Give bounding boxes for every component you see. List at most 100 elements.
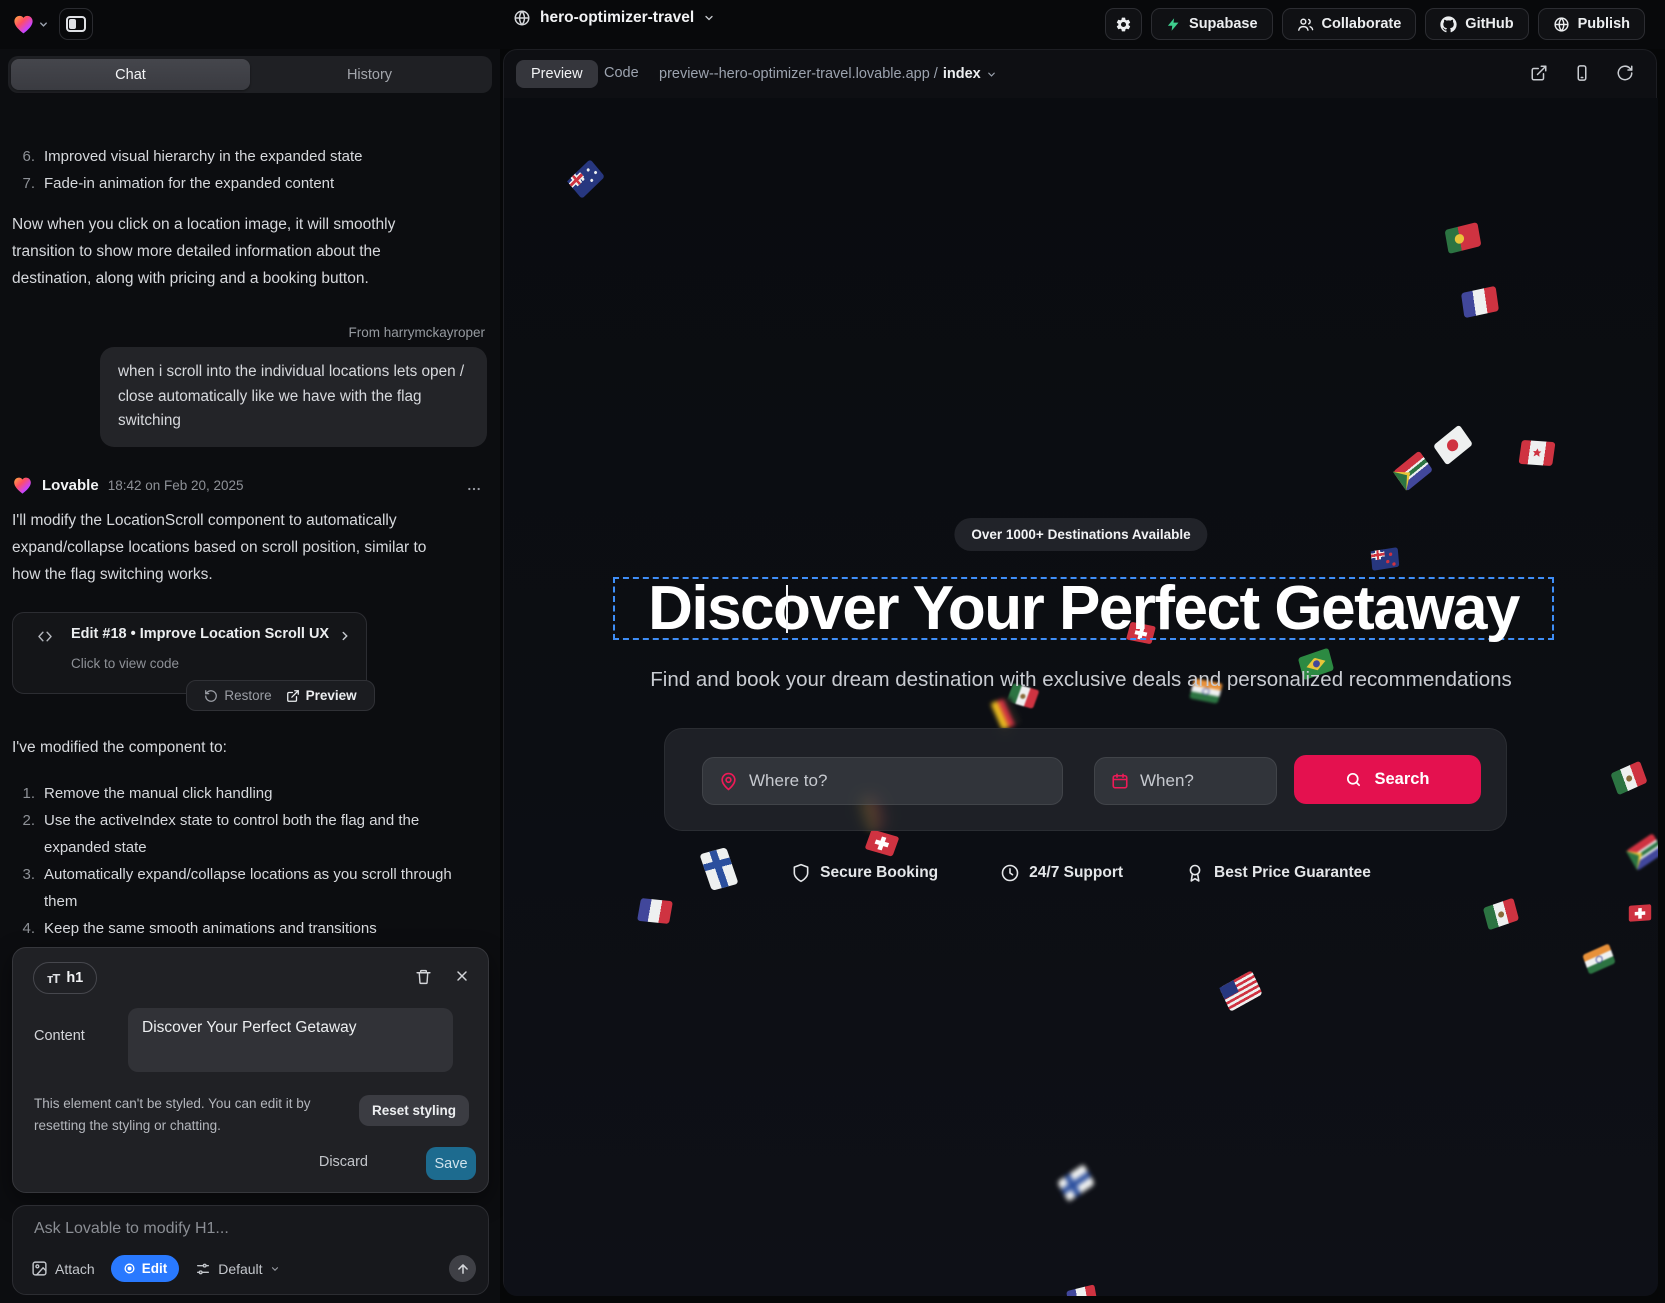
type-icon: тT — [47, 971, 59, 986]
more-options-icon[interactable] — [466, 481, 482, 497]
github-button[interactable]: GitHub — [1425, 8, 1528, 40]
list-item: 1. Remove the manual click handling — [12, 780, 464, 807]
feature-secure-booking: Secure Booking — [791, 863, 938, 883]
tab-history[interactable]: History — [250, 59, 489, 90]
app-preview-frame: Over 1000+ Destinations Available Discov… — [504, 98, 1658, 1296]
open-in-new-tab-icon[interactable] — [1530, 64, 1548, 82]
project-switcher[interactable]: hero-optimizer-travel — [513, 9, 715, 27]
chevron-right-icon — [338, 629, 352, 643]
award-icon — [1185, 863, 1205, 883]
content-textarea[interactable]: Discover Your Perfect Getaway — [128, 1008, 453, 1072]
search-card: Where to? When? Search — [664, 728, 1507, 831]
code-icon — [35, 628, 55, 645]
chat-composer: Attach Edit Default — [12, 1205, 489, 1295]
hero-subtitle: Find and book your dream destination wit… — [504, 668, 1658, 692]
mobile-view-icon[interactable] — [1573, 64, 1591, 82]
clock-icon — [1000, 863, 1020, 883]
globe-icon — [513, 9, 531, 27]
feature-support: 24/7 Support — [1000, 863, 1123, 883]
restore-icon — [204, 689, 218, 703]
list-item: 6. Improved visual hierarchy in the expa… — [12, 143, 472, 170]
settings-button[interactable] — [1105, 8, 1142, 40]
selected-heading-outline[interactable]: Discover Your Perfect Getaway — [613, 577, 1554, 640]
preview-version-button[interactable]: Preview — [286, 688, 357, 703]
preview-url[interactable]: preview--hero-optimizer-travel.lovable.a… — [659, 66, 997, 82]
chevron-down-icon — [270, 1264, 280, 1274]
preview-panel: Preview Code preview--hero-optimizer-tra… — [503, 49, 1657, 1295]
sliders-icon — [195, 1261, 211, 1277]
lovable-heart-icon — [12, 13, 35, 36]
supabase-icon — [1166, 17, 1181, 32]
list-item: 4. Keep the same smooth animations and t… — [12, 915, 464, 942]
search-icon — [1345, 771, 1362, 788]
supabase-button[interactable]: Supabase — [1151, 8, 1273, 40]
search-button[interactable]: Search — [1294, 755, 1481, 804]
editor-note: This element can't be styled. You can ed… — [34, 1093, 366, 1136]
message-timestamp: 18:42 on Feb 20, 2025 — [108, 478, 244, 493]
feature-badges: Secure Booking 24/7 Support Best Price G… — [504, 863, 1658, 883]
users-icon — [1297, 16, 1314, 33]
gear-icon — [1115, 16, 1132, 33]
close-icon[interactable] — [454, 968, 470, 986]
content-label: Content — [34, 1028, 85, 1044]
list-item: 3. Automatically expand/collapse locatio… — [12, 861, 464, 915]
assistant-paragraph: Now when you click on a location image, … — [12, 211, 452, 292]
list-item: 2. Use the activeIndex state to control … — [12, 807, 464, 861]
calendar-icon — [1111, 772, 1129, 790]
version-actions: Restore Preview — [186, 680, 375, 711]
publish-button[interactable]: Publish — [1538, 8, 1645, 40]
save-button[interactable]: Save — [426, 1147, 476, 1180]
restore-button[interactable]: Restore — [204, 688, 271, 703]
where-to-input[interactable]: Where to? — [702, 757, 1063, 805]
arrow-up-icon — [456, 1262, 470, 1276]
user-message-bubble: when i scroll into the individual locati… — [100, 347, 487, 447]
chevron-down-icon — [986, 69, 997, 80]
image-icon — [31, 1260, 48, 1277]
assistant-message-header: Lovable 18:42 on Feb 20, 2025 — [12, 475, 244, 496]
preview-header: Preview Code preview--hero-optimizer-tra… — [504, 50, 1656, 98]
text-caret — [786, 585, 788, 633]
hero-section: Over 1000+ Destinations Available Discov… — [504, 98, 1658, 1296]
tab-preview[interactable]: Preview — [516, 60, 598, 88]
shield-icon — [791, 863, 811, 883]
hero-title: Discover Your Perfect Getaway — [648, 573, 1519, 644]
feature-best-price: Best Price Guarantee — [1185, 863, 1371, 883]
chevron-down-icon — [703, 12, 715, 24]
external-link-icon — [286, 689, 300, 703]
assistant-paragraph: I'll modify the LocationScroll component… — [12, 507, 457, 588]
composer-input[interactable] — [34, 1220, 454, 1238]
destinations-badge: Over 1000+ Destinations Available — [954, 518, 1207, 551]
lovable-avatar — [12, 475, 33, 496]
refresh-icon[interactable] — [1616, 64, 1634, 82]
sidebar-toggle-button[interactable] — [59, 8, 93, 40]
element-editor-panel: тT h1 Content Discover Your Perfect Geta… — [12, 947, 489, 1193]
lovable-logo-menu[interactable] — [12, 13, 49, 36]
discard-button[interactable]: Discard — [319, 1154, 368, 1170]
collaborate-button[interactable]: Collaborate — [1282, 8, 1417, 40]
edit-card-title: Edit #18 • Improve Location Scroll UX — [71, 626, 329, 642]
target-icon — [123, 1262, 136, 1275]
url-page: index — [943, 66, 981, 82]
edit-mode-button[interactable]: Edit — [111, 1255, 180, 1282]
element-tag: h1 — [66, 970, 83, 986]
chat-panel: Chat History 6. Improved visual hierarch… — [0, 49, 500, 1303]
edit-card-subtitle: Click to view code — [71, 656, 179, 671]
reset-styling-button[interactable]: Reset styling — [359, 1095, 469, 1126]
attach-button[interactable]: Attach — [31, 1260, 95, 1277]
tab-code[interactable]: Code — [604, 65, 639, 81]
top-bar: hero-optimizer-travel Supabase Collabora… — [0, 0, 1665, 49]
chat-history-tabs: Chat History — [8, 56, 492, 93]
send-button[interactable] — [449, 1255, 476, 1282]
project-name: hero-optimizer-travel — [540, 9, 694, 27]
selected-element-badge: тT h1 — [33, 962, 97, 994]
trash-icon[interactable] — [415, 968, 432, 986]
mode-selector[interactable]: Default — [195, 1261, 279, 1277]
globe-icon — [1553, 16, 1570, 33]
panel-left-icon — [66, 16, 86, 32]
message-author-label: From harrymckayroper — [348, 325, 485, 340]
when-input[interactable]: When? — [1094, 757, 1277, 805]
map-pin-icon — [719, 772, 738, 791]
list-item: 7. Fade-in animation for the expanded co… — [12, 170, 472, 197]
github-icon — [1440, 16, 1457, 33]
tab-chat[interactable]: Chat — [11, 59, 250, 90]
